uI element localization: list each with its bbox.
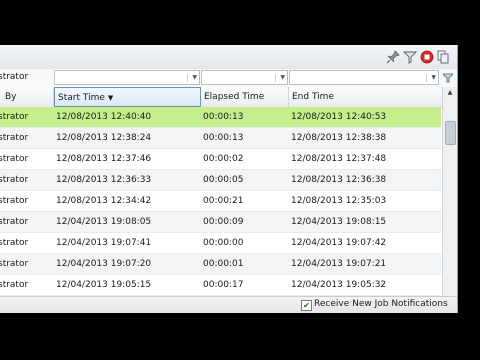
- scroll-up-icon[interactable]: ▲: [443, 87, 457, 99]
- cell-submitted-by: strator: [0, 217, 29, 227]
- table-row[interactable]: strator 12/04/2013 19:07:20 00:00:01 12/04/…: [0, 254, 441, 275]
- chevron-down-icon[interactable]: ▼: [275, 74, 285, 82]
- cell-start-time: 12/08/2013 12:38:24: [56, 133, 152, 143]
- cell-submitted-by: strator: [0, 196, 29, 206]
- column-header-label: By: [5, 92, 17, 102]
- column-header-start-time[interactable]: Start Time ▼: [54, 87, 201, 107]
- cell-submitted-by: strator: [0, 154, 29, 164]
- cell-end-time: 12/08/2013 12:40:53: [291, 112, 387, 122]
- cell-elapsed-time: 00:00:13: [203, 133, 244, 143]
- cell-elapsed-time: 00:00:02: [203, 154, 244, 164]
- table-row[interactable]: strator 12/08/2013 12:34:42 00:00:21 12/08/…: [0, 191, 441, 212]
- table-row[interactable]: strator 12/08/2013 12:38:24 00:00:13 12/08/…: [0, 128, 441, 149]
- cell-end-time: 12/08/2013 12:37:48: [291, 154, 387, 164]
- cell-elapsed-time: 00:00:01: [203, 259, 244, 269]
- panel-toolbar: [0, 45, 457, 70]
- cell-elapsed-time: 00:00:21: [203, 196, 244, 206]
- column-header-label: Start Time: [58, 93, 105, 103]
- cell-elapsed-time: 00:00:17: [203, 280, 244, 290]
- cell-elapsed-time: 00:00:09: [203, 217, 244, 227]
- filter-submitted-by[interactable]: strator: [0, 70, 54, 85]
- cell-start-time: 12/04/2013 19:07:20: [56, 259, 152, 269]
- chevron-down-icon[interactable]: ▼: [426, 74, 436, 82]
- notify-label: Receive New Job Notifications: [314, 299, 448, 309]
- filter-end-time[interactable]: ▼: [289, 70, 439, 85]
- job-history-panel: strator ▼ ▼ ▼ By Start Time ▼ Elapsed Tim…: [0, 45, 458, 313]
- column-header-end-time[interactable]: End Time: [289, 87, 441, 107]
- pin-icon[interactable]: [386, 50, 400, 64]
- filter-start-time[interactable]: ▼: [54, 70, 200, 85]
- cell-end-time: 12/04/2013 19:07:42: [291, 238, 387, 248]
- notify-checkbox[interactable]: ✔: [301, 300, 312, 311]
- column-filter-row: strator ▼ ▼ ▼: [0, 69, 457, 88]
- cell-start-time: 12/04/2013 19:05:15: [56, 280, 152, 290]
- table-row[interactable]: strator 12/08/2013 12:40:40 00:00:13 12/08/…: [0, 107, 441, 128]
- column-header-label: End Time: [292, 92, 334, 102]
- stop-icon[interactable]: [420, 50, 434, 64]
- cell-end-time: 12/08/2013 12:35:03: [291, 196, 387, 206]
- cell-submitted-by: strator: [0, 280, 29, 290]
- filter-submitted-by-value: strator: [0, 72, 29, 82]
- cell-start-time: 12/08/2013 12:36:33: [56, 175, 152, 185]
- cell-end-time: 12/04/2013 19:08:15: [291, 217, 387, 227]
- column-header-label: Elapsed Time: [204, 92, 265, 102]
- cell-submitted-by: strator: [0, 259, 29, 269]
- copy-icon[interactable]: [436, 50, 450, 64]
- cell-start-time: 12/08/2013 12:37:46: [56, 154, 152, 164]
- table-row[interactable]: strator 12/08/2013 12:37:46 00:00:02 12/08/…: [0, 149, 441, 170]
- cell-start-time: 12/08/2013 12:34:42: [56, 196, 152, 206]
- filter-icon[interactable]: [403, 50, 417, 64]
- cell-end-time: 12/04/2013 19:05:32: [291, 280, 387, 290]
- column-header-row: By Start Time ▼ Elapsed Time End Time: [0, 87, 457, 108]
- filter-icon[interactable]: [443, 73, 453, 83]
- cell-submitted-by: strator: [0, 112, 29, 122]
- scrollbar-thumb[interactable]: [445, 121, 456, 145]
- column-header-elapsed-time[interactable]: Elapsed Time: [201, 87, 289, 107]
- vertical-scrollbar[interactable]: ▲: [442, 87, 457, 296]
- cell-submitted-by: strator: [0, 175, 29, 185]
- cell-submitted-by: strator: [0, 238, 29, 248]
- filter-elapsed-time[interactable]: ▼: [201, 70, 288, 85]
- chevron-down-icon[interactable]: ▼: [187, 74, 197, 82]
- cell-end-time: 12/08/2013 12:38:38: [291, 133, 387, 143]
- column-header-submitted-by[interactable]: By: [0, 87, 54, 107]
- sort-descending-icon: ▼: [107, 94, 114, 102]
- panel-footer: ✔ Receive New Job Notifications: [0, 296, 457, 313]
- cell-elapsed-time: 00:00:05: [203, 175, 244, 185]
- cell-elapsed-time: 00:00:00: [203, 238, 244, 248]
- cell-end-time: 12/04/2013 19:07:21: [291, 259, 387, 269]
- table-row[interactable]: strator 12/04/2013 19:08:05 00:00:09 12/04/…: [0, 212, 441, 233]
- cell-start-time: 12/04/2013 19:08:05: [56, 217, 152, 227]
- cell-submitted-by: strator: [0, 133, 29, 143]
- cell-start-time: 12/08/2013 12:40:40: [56, 112, 152, 122]
- table-row[interactable]: strator 12/08/2013 12:36:33 00:00:05 12/08/…: [0, 170, 441, 191]
- table-row[interactable]: strator 12/04/2013 19:07:41 00:00:00 12/04/…: [0, 233, 441, 254]
- cell-elapsed-time: 00:00:13: [203, 112, 244, 122]
- cell-start-time: 12/04/2013 19:07:41: [56, 238, 152, 248]
- table-row[interactable]: strator 12/04/2013 19:05:15 00:00:17 12/04/…: [0, 275, 441, 296]
- cell-end-time: 12/08/2013 12:36:38: [291, 175, 387, 185]
